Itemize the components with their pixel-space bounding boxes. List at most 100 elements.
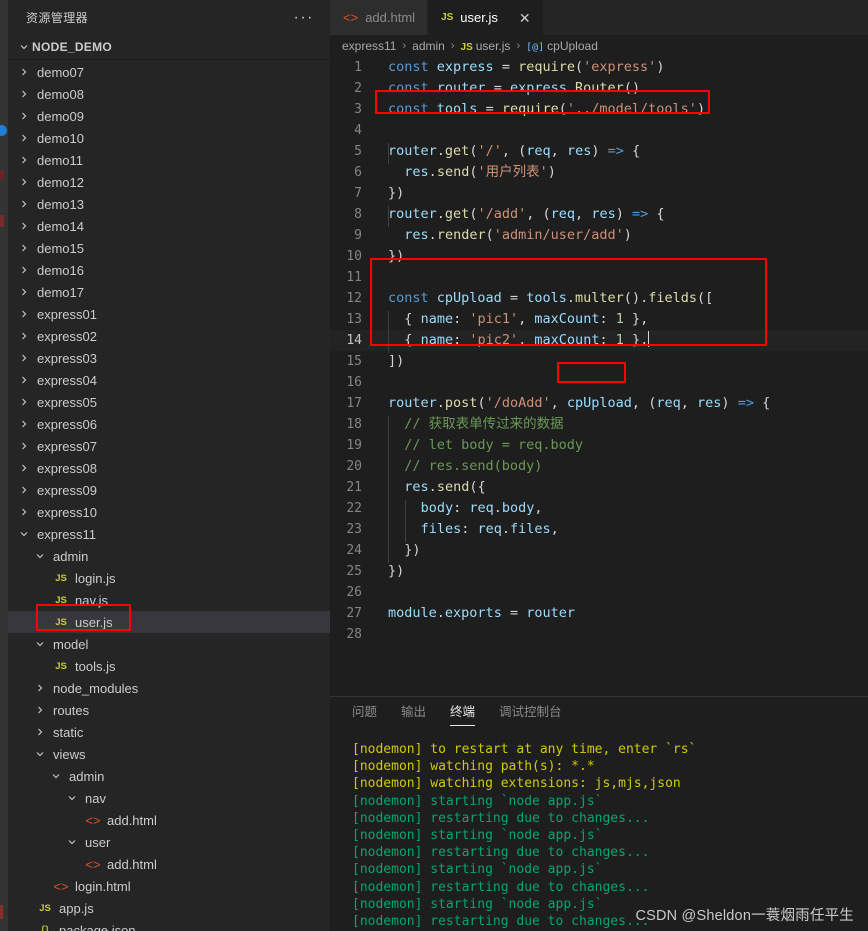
editor-tab-user-js[interactable]: JS user.js ✕	[428, 0, 544, 35]
code-line[interactable]: 13 { name: 'pic1', maxCount: 1 },	[330, 309, 868, 330]
chevron-right-icon[interactable]	[16, 243, 32, 253]
code-line[interactable]: 18 // 获取表单传过来的数据	[330, 414, 868, 435]
tree-file-row[interactable]: <> add.html	[8, 809, 330, 831]
tree-folder-row[interactable]: demo17	[8, 281, 330, 303]
tree-folder-row[interactable]: demo16	[8, 259, 330, 281]
chevron-right-icon[interactable]	[16, 89, 32, 99]
chevron-right-icon[interactable]	[32, 705, 48, 715]
code-line[interactable]: 11	[330, 267, 868, 288]
tree-folder-row[interactable]: demo12	[8, 171, 330, 193]
code-editor[interactable]: 1 const express = require('express') 2 cons…	[330, 57, 868, 696]
panel-tab-2[interactable]: 终端	[450, 703, 476, 726]
code-line[interactable]: 23 files: req.files,	[330, 519, 868, 540]
chevron-right-icon[interactable]	[16, 221, 32, 231]
chevron-right-icon[interactable]	[16, 199, 32, 209]
tree-folder-row[interactable]: demo14	[8, 215, 330, 237]
editor-tab-bar[interactable]: <> add.html JS user.js ✕	[330, 0, 868, 35]
panel-tab-0[interactable]: 问题	[352, 703, 377, 726]
chevron-right-icon[interactable]	[16, 463, 32, 473]
tree-file-row[interactable]: JS tools.js	[8, 655, 330, 677]
panel-tab-3[interactable]: 调试控制台	[499, 703, 562, 726]
chevron-right-icon[interactable]	[16, 265, 32, 275]
chevron-down-icon[interactable]	[32, 551, 48, 561]
tree-folder-row[interactable]: routes	[8, 699, 330, 721]
chevron-down-icon[interactable]	[16, 529, 32, 539]
breadcrumb[interactable]: express11 › admin › JS user.js › [@] cpUpload	[330, 35, 868, 57]
code-line[interactable]: 27 module.exports = router	[330, 603, 868, 624]
chevron-down-icon[interactable]	[64, 793, 80, 803]
chevron-right-icon[interactable]	[16, 353, 32, 363]
chevron-down-icon[interactable]	[32, 749, 48, 759]
code-lines[interactable]: 1 const express = require('express') 2 cons…	[330, 57, 868, 645]
code-line[interactable]: 12 const cpUpload = tools.multer().fields…	[330, 288, 868, 309]
chevron-right-icon[interactable]	[16, 507, 32, 517]
panel-tab-1[interactable]: 输出	[401, 703, 426, 726]
tree-folder-row[interactable]: express05	[8, 391, 330, 413]
tree-folder-row[interactable]: express10	[8, 501, 330, 523]
tree-folder-row[interactable]: admin	[8, 545, 330, 567]
tree-folder-row[interactable]: demo08	[8, 83, 330, 105]
tree-folder-row[interactable]: static	[8, 721, 330, 743]
tree-file-row[interactable]: {} package.json	[8, 919, 330, 931]
tree-file-row[interactable]: <> login.html	[8, 875, 330, 897]
code-line[interactable]: 17 router.post('/doAdd', cpUpload, (req, …	[330, 393, 868, 414]
breadcrumb-item[interactable]: admin	[410, 39, 447, 53]
code-line[interactable]: 24 })	[330, 540, 868, 561]
chevron-right-icon[interactable]	[16, 375, 32, 385]
chevron-down-icon[interactable]	[32, 639, 48, 649]
activity-bar[interactable]	[0, 0, 8, 931]
file-tree[interactable]: demo07 demo08 demo09 demo10 demo11 demo12 demo…	[8, 60, 330, 931]
terminal-output[interactable]: [nodemon] to restart at any time, enter …	[330, 732, 868, 931]
tree-file-row[interactable]: <> add.html	[8, 853, 330, 875]
code-line[interactable]: 21 res.send({	[330, 477, 868, 498]
tree-folder-row[interactable]: demo10	[8, 127, 330, 149]
tree-folder-row[interactable]: demo07	[8, 61, 330, 83]
code-line[interactable]: 7})	[330, 183, 868, 204]
tree-folder-row[interactable]: express08	[8, 457, 330, 479]
chevron-down-icon[interactable]	[48, 771, 64, 781]
chevron-right-icon[interactable]	[16, 397, 32, 407]
tree-folder-row[interactable]: express09	[8, 479, 330, 501]
tree-folder-row[interactable]: nav	[8, 787, 330, 809]
code-line[interactable]: 9 res.render('admin/user/add')	[330, 225, 868, 246]
code-line[interactable]: 8 router.get('/add', (req, res) => {	[330, 204, 868, 225]
code-line[interactable]: 6 res.send('用户列表')	[330, 162, 868, 183]
chevron-right-icon[interactable]	[32, 727, 48, 737]
tree-folder-row[interactable]: express01	[8, 303, 330, 325]
tree-folder-row[interactable]: express02	[8, 325, 330, 347]
tree-folder-row[interactable]: express06	[8, 413, 330, 435]
tree-folder-row[interactable]: express11	[8, 523, 330, 545]
breadcrumb-item[interactable]: [@] cpUpload	[524, 39, 600, 53]
chevron-right-icon[interactable]	[16, 441, 32, 451]
code-line[interactable]: 26	[330, 582, 868, 603]
code-line[interactable]: 19 // let body = req.body	[330, 435, 868, 456]
chevron-right-icon[interactable]	[16, 177, 32, 187]
chevron-right-icon[interactable]	[16, 133, 32, 143]
accounts-icon[interactable]	[0, 125, 7, 136]
tree-folder-row[interactable]: demo15	[8, 237, 330, 259]
tree-folder-row[interactable]: demo13	[8, 193, 330, 215]
code-line[interactable]: 1 const express = require('express')	[330, 57, 868, 78]
code-line[interactable]: 3 const tools = require('../model/tools')	[330, 99, 868, 120]
code-line[interactable]: 5 router.get('/', (req, res) => {	[330, 141, 868, 162]
more-actions-icon[interactable]: ···	[294, 9, 318, 25]
tree-folder-row[interactable]: express07	[8, 435, 330, 457]
chevron-right-icon[interactable]	[16, 111, 32, 121]
tree-folder-row[interactable]: node_modules	[8, 677, 330, 699]
chevron-right-icon[interactable]	[32, 683, 48, 693]
code-line[interactable]: 4	[330, 120, 868, 141]
chevron-right-icon[interactable]	[16, 331, 32, 341]
tree-folder-row[interactable]: express04	[8, 369, 330, 391]
code-line[interactable]: 2 const router = express.Router()	[330, 78, 868, 99]
chevron-right-icon[interactable]	[16, 309, 32, 319]
tree-folder-row[interactable]: demo11	[8, 149, 330, 171]
editor-tab-add-html[interactable]: <> add.html	[330, 0, 429, 35]
panel-tab-bar[interactable]: 问题 输出 终端 调试控制台	[330, 697, 868, 732]
chevron-down-icon[interactable]	[64, 837, 80, 847]
tree-folder-row[interactable]: user	[8, 831, 330, 853]
tree-file-row[interactable]: JS user.js	[8, 611, 330, 633]
tree-folder-row[interactable]: model	[8, 633, 330, 655]
close-tab-icon[interactable]: ✕	[519, 11, 531, 25]
code-line[interactable]: 25})	[330, 561, 868, 582]
breadcrumb-item[interactable]: express11	[340, 39, 398, 53]
